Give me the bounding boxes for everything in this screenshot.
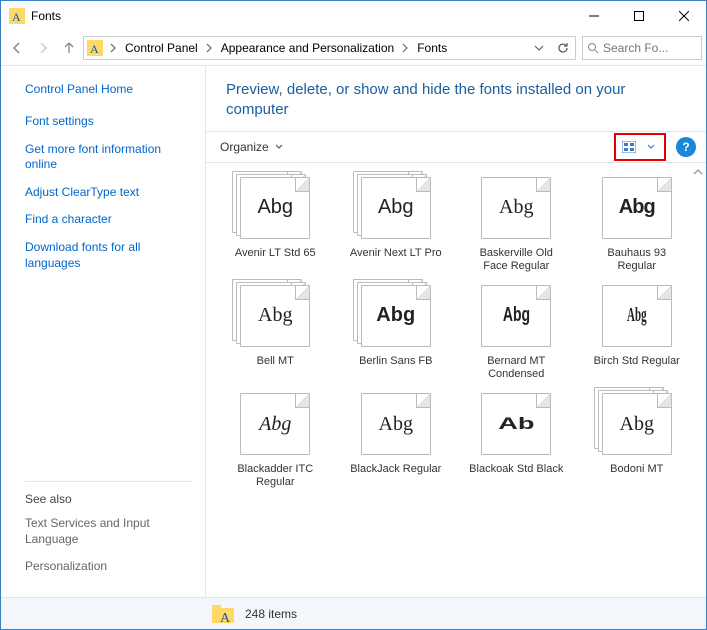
font-label: Birch Std Regular xyxy=(587,355,687,381)
font-thumbnail: Abg xyxy=(352,171,440,243)
control-panel-home-link[interactable]: Control Panel Home xyxy=(25,82,193,96)
font-sample: Abg xyxy=(258,304,292,327)
view-options-highlight xyxy=(614,133,666,161)
font-sample: Abg xyxy=(499,196,533,219)
main-panel: Preview, delete, or show and hide the fo… xyxy=(205,66,706,597)
chevron-right-icon[interactable] xyxy=(106,43,121,53)
chevron-right-icon[interactable] xyxy=(398,43,413,53)
font-grid: Abg Avenir LT Std 65 Abg Avenir Next LT Pro… xyxy=(206,163,706,498)
font-item[interactable]: Abg Bodoni MT xyxy=(580,387,695,489)
font-item[interactable]: Abg Bauhaus 93 Regular xyxy=(580,171,695,273)
folder-fonts-icon: A xyxy=(211,602,235,626)
sidebar-link[interactable]: Get more font information online xyxy=(25,142,193,173)
minimize-button[interactable] xyxy=(571,1,616,31)
font-sample: Abg xyxy=(620,413,654,436)
font-label: BlackJack Regular xyxy=(346,463,446,489)
font-item[interactable]: Abg Berlin Sans FB xyxy=(339,279,454,381)
sidebar-link[interactable]: Download fonts for all languages xyxy=(25,240,193,271)
sidebar: Control Panel Home Font settings Get mor… xyxy=(1,66,205,597)
font-label: Berlin Sans FB xyxy=(346,355,446,381)
font-item[interactable]: Abg Baskerville Old Face Regular xyxy=(459,171,574,273)
font-sample: Abg xyxy=(619,196,655,219)
font-item[interactable]: Abg Bell MT xyxy=(218,279,333,381)
font-sample: Abg xyxy=(503,304,530,327)
font-label: Avenir Next LT Pro xyxy=(346,247,446,273)
close-button[interactable] xyxy=(661,1,706,31)
page-heading: Preview, delete, or show and hide the fo… xyxy=(226,80,686,121)
font-item[interactable]: Ab Blackoak Std Black xyxy=(459,387,574,489)
search-icon xyxy=(587,42,599,54)
font-thumbnail: Abg xyxy=(472,171,560,243)
font-sample: Abg xyxy=(627,304,647,327)
font-label: Bell MT xyxy=(225,355,325,381)
sidebar-link[interactable]: Adjust ClearType text xyxy=(25,185,193,201)
font-label: Blackadder ITC Regular xyxy=(225,463,325,489)
font-thumbnail: Abg xyxy=(593,279,681,351)
view-mode-button[interactable] xyxy=(618,137,640,157)
font-sample: Abg xyxy=(378,196,414,219)
sidebar-link[interactable]: Find a character xyxy=(25,212,193,228)
breadcrumb-item[interactable]: Appearance and Personalization xyxy=(217,37,398,59)
breadcrumb[interactable]: A Control Panel Appearance and Personali… xyxy=(83,36,576,60)
font-label: Bauhaus 93 Regular xyxy=(587,247,687,273)
up-button[interactable] xyxy=(57,36,81,60)
font-sample: Ab xyxy=(498,414,534,434)
font-label: Bernard MT Condensed xyxy=(466,355,566,381)
font-thumbnail: Abg xyxy=(231,171,319,243)
window-title: Fonts xyxy=(31,9,571,23)
font-thumbnail: Abg xyxy=(231,279,319,351)
font-item[interactable]: Abg Avenir LT Std 65 xyxy=(218,171,333,273)
toolbar: Organize ? xyxy=(206,131,706,163)
organize-menu[interactable]: Organize xyxy=(216,138,287,156)
font-sample: Abg xyxy=(376,304,415,327)
status-item-count: 248 items xyxy=(245,607,297,621)
search-input[interactable] xyxy=(603,41,683,55)
font-thumbnail: Abg xyxy=(231,387,319,459)
font-label: Baskerville Old Face Regular xyxy=(466,247,566,273)
font-item[interactable]: Abg Avenir Next LT Pro xyxy=(339,171,454,273)
sidebar-link[interactable]: Font settings xyxy=(25,114,193,130)
font-thumbnail: Abg xyxy=(352,279,440,351)
help-button[interactable]: ? xyxy=(676,137,696,157)
breadcrumb-item[interactable]: Fonts xyxy=(413,37,451,59)
fonts-app-icon: A xyxy=(9,8,25,24)
chevron-down-icon xyxy=(275,143,283,151)
font-item[interactable]: Abg Birch Std Regular xyxy=(580,279,695,381)
font-item[interactable]: Abg Blackadder ITC Regular xyxy=(218,387,333,489)
forward-button[interactable] xyxy=(31,36,55,60)
font-thumbnail: Abg xyxy=(352,387,440,459)
status-bar: A 248 items xyxy=(1,597,706,629)
search-box[interactable] xyxy=(582,36,702,60)
font-label: Bodoni MT xyxy=(587,463,687,489)
back-button[interactable] xyxy=(5,36,29,60)
font-thumbnail: Abg xyxy=(593,171,681,243)
titlebar: A Fonts xyxy=(1,1,706,31)
organize-label: Organize xyxy=(220,140,269,154)
refresh-button[interactable] xyxy=(551,36,575,60)
see-also-header: See also xyxy=(25,481,193,506)
svg-text:A: A xyxy=(90,42,99,56)
navbar: A Control Panel Appearance and Personali… xyxy=(1,31,706,65)
breadcrumb-icon: A xyxy=(84,40,106,56)
chevron-right-icon[interactable] xyxy=(202,43,217,53)
font-thumbnail: Ab xyxy=(472,387,560,459)
svg-text:A: A xyxy=(12,10,21,24)
see-also-link[interactable]: Text Services and Input Language xyxy=(25,516,193,547)
svg-text:A: A xyxy=(220,611,231,626)
font-item[interactable]: Abg BlackJack Regular xyxy=(339,387,454,489)
font-item[interactable]: Abg Bernard MT Condensed xyxy=(459,279,574,381)
see-also-link[interactable]: Personalization xyxy=(25,559,193,575)
font-label: Avenir LT Std 65 xyxy=(225,247,325,273)
breadcrumb-item[interactable]: Control Panel xyxy=(121,37,202,59)
view-dropdown-button[interactable] xyxy=(640,137,662,157)
font-thumbnail: Abg xyxy=(472,279,560,351)
font-label: Blackoak Std Black xyxy=(466,463,566,489)
breadcrumb-dropdown[interactable] xyxy=(527,36,551,60)
font-sample: Abg xyxy=(379,413,413,436)
font-sample: Abg xyxy=(257,196,293,219)
scroll-up-icon[interactable] xyxy=(692,167,704,177)
font-thumbnail: Abg xyxy=(593,387,681,459)
font-sample: Abg xyxy=(259,413,291,436)
maximize-button[interactable] xyxy=(616,1,661,31)
